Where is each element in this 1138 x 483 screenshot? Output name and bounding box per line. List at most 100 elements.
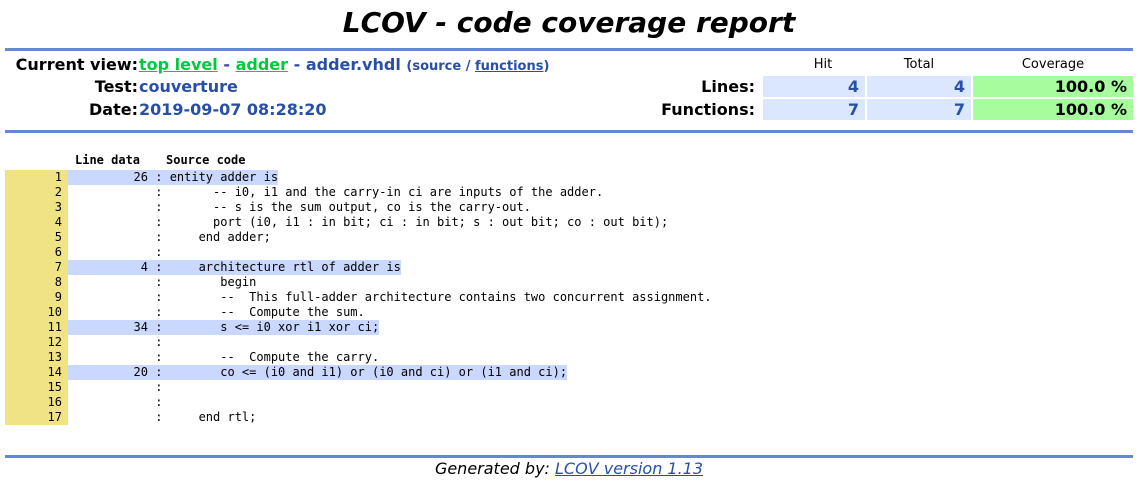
view-switch: (source / functions) <box>406 59 550 74</box>
footer-divider <box>5 455 1133 458</box>
breadcrumb-adder-link[interactable]: adder <box>236 55 288 74</box>
hit-count: 34 <box>133 320 148 334</box>
uncovered-line: : -- Compute the sum. <box>68 305 365 320</box>
count-separator: : <box>148 305 170 319</box>
line-number[interactable]: 8 <box>5 275 68 290</box>
count-separator: : <box>148 230 170 244</box>
view-switch-slash: / <box>465 59 471 74</box>
uncovered-line: : port (i0, i1 : in bit; ci : in bit; s … <box>68 215 668 230</box>
line-number[interactable]: 6 <box>5 245 68 260</box>
source-code-text: end rtl; <box>169 410 257 424</box>
uncovered-line: : -- This full-adder architecture contai… <box>68 290 712 305</box>
line-number[interactable]: 10 <box>5 305 68 320</box>
current-view-label: Current view: <box>15 55 138 74</box>
count-separator: : <box>148 320 170 334</box>
hit-count: 26 <box>133 170 148 184</box>
source-code-text: end adder; <box>169 230 271 244</box>
test-row: Test: couverture Lines: 4 4 100.0 % <box>5 76 1133 98</box>
covered-line: 20 : co <= (i0 and i1) or (i0 and ci) or… <box>68 365 568 380</box>
line-number[interactable]: 4 <box>5 215 68 230</box>
line-number[interactable]: 11 <box>5 320 68 335</box>
functions-total: 7 <box>867 99 971 120</box>
uncovered-line: : <box>68 335 170 350</box>
source-code-text: architecture rtl of adder is <box>169 260 401 274</box>
line-number[interactable]: 5 <box>5 230 68 245</box>
source-code-header: Source code <box>166 153 246 167</box>
count-separator: : <box>148 410 170 424</box>
uncovered-line: : <box>68 380 170 395</box>
uncovered-line: : end rtl; <box>68 410 256 425</box>
breadcrumb-top-level-link[interactable]: top level <box>139 55 218 74</box>
source-code-text: co <= (i0 and i1) or (i0 and ci) or (i1 … <box>169 365 568 379</box>
source-code-text: port (i0, i1 : in bit; ci : in bit; s : … <box>169 215 669 229</box>
lines-hit: 4 <box>763 76 865 97</box>
uncovered-line: : -- i0, i1 and the carry-in ci are inpu… <box>68 185 603 200</box>
source-code-text: s <= i0 xor i1 xor ci; <box>169 320 380 334</box>
count-separator: : <box>148 200 170 214</box>
uncovered-line: : begin <box>68 275 256 290</box>
count-separator: : <box>148 185 170 199</box>
line-number[interactable]: 1 <box>5 170 68 185</box>
uncovered-line: : -- s is the sum output, co is the carr… <box>68 200 531 215</box>
uncovered-line: : <box>68 395 170 410</box>
col-total-header: Total <box>903 57 935 72</box>
line-number[interactable]: 7 <box>5 260 68 275</box>
hit-count: 20 <box>133 365 148 379</box>
test-value: couverture <box>139 77 238 96</box>
source-code-text: -- Compute the carry. <box>169 350 380 364</box>
lines-total: 4 <box>867 76 971 97</box>
covered-line: 34 : s <= i0 xor i1 xor ci; <box>68 320 380 335</box>
lines-coverage: 100.0 % <box>973 76 1133 97</box>
functions-hit: 7 <box>763 99 865 120</box>
count-separator: : <box>148 350 170 364</box>
source-code-text: begin <box>169 275 257 289</box>
count-separator: : <box>148 245 170 259</box>
header-divider <box>5 130 1133 133</box>
source-code-text: -- i0, i1 and the carry-in ci are inputs… <box>169 185 604 199</box>
source-code-text: -- This full-adder architecture contains… <box>169 290 712 304</box>
page-title: LCOV - code coverage report <box>342 6 796 39</box>
line-data-header: Line data <box>75 153 141 167</box>
line-number[interactable]: 16 <box>5 395 68 410</box>
uncovered-line: : end adder; <box>68 230 271 245</box>
line-number[interactable]: 14 <box>5 365 68 380</box>
footer: Generated by: LCOV version 1.13 <box>0 459 1138 479</box>
count-separator: : <box>148 275 170 289</box>
count-separator: : <box>148 260 170 274</box>
line-number[interactable]: 2 <box>5 185 68 200</box>
lines-label: Lines: <box>701 77 755 96</box>
date-row: Date: 2019-09-07 08:28:20 Functions: 7 7… <box>5 99 1133 121</box>
source-code-text: entity adder is <box>169 170 279 184</box>
lcov-version-link[interactable]: LCOV version 1.13 <box>555 459 703 478</box>
uncovered-line: : <box>68 245 170 260</box>
functions-coverage: 100.0 % <box>973 99 1133 120</box>
count-separator: : <box>148 365 170 379</box>
hit-count: 4 <box>140 260 148 274</box>
functions-view-link[interactable]: functions <box>475 59 543 74</box>
top-divider <box>5 48 1133 51</box>
covered-line: 4 : architecture rtl of adder is <box>68 260 401 275</box>
line-number[interactable]: 3 <box>5 200 68 215</box>
line-number[interactable]: 9 <box>5 290 68 305</box>
count-separator: : <box>148 335 170 349</box>
breadcrumb-current-file: adder.vhdl <box>305 55 401 74</box>
uncovered-line: : -- Compute the carry. <box>68 350 379 365</box>
functions-label: Functions: <box>661 100 755 119</box>
line-number[interactable]: 17 <box>5 410 68 425</box>
test-label: Test: <box>94 77 138 96</box>
date-value: 2019-09-07 08:28:20 <box>139 100 327 119</box>
source-code-text: -- Compute the sum. <box>169 305 365 319</box>
line-number[interactable]: 13 <box>5 350 68 365</box>
breadcrumb-separator: - <box>223 55 230 74</box>
source-code-text: -- s is the sum output, co is the carry-… <box>169 200 531 214</box>
count-separator: : <box>148 380 170 394</box>
current-view-row: Current view: top level - adder - adder.… <box>5 54 1133 76</box>
date-label: Date: <box>89 100 138 119</box>
count-separator: : <box>148 215 170 229</box>
covered-line: 26 : entity adder is <box>68 170 279 185</box>
line-number[interactable]: 15 <box>5 380 68 395</box>
col-hit-header: Hit <box>813 57 833 72</box>
source-view-label: source <box>412 59 462 74</box>
line-number[interactable]: 12 <box>5 335 68 350</box>
count-separator: : <box>148 170 170 184</box>
